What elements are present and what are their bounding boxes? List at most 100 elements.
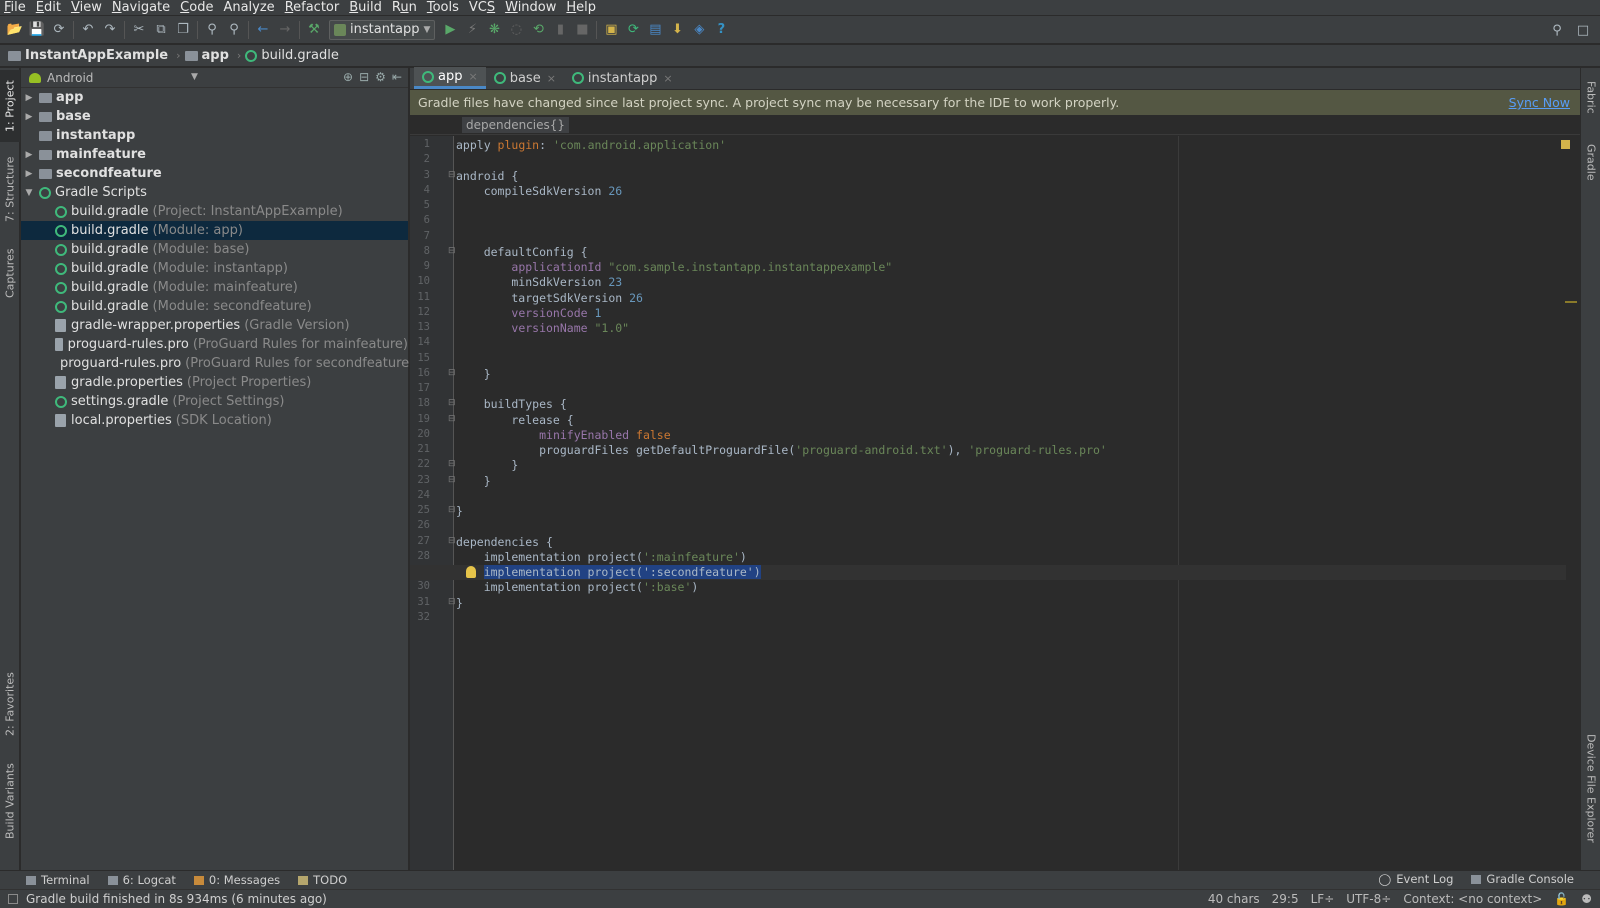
fold-marker-icon[interactable]: ⊟	[448, 368, 456, 378]
close-icon[interactable]: ×	[468, 70, 477, 83]
fold-marker-icon[interactable]: ⊟	[448, 597, 456, 607]
close-icon[interactable]: ×	[547, 72, 556, 85]
forward-icon[interactable]: →	[274, 19, 296, 41]
error-stripe-mark[interactable]	[1565, 301, 1577, 303]
sync-now-link[interactable]: Sync Now	[1509, 95, 1570, 110]
apply-changes-icon[interactable]: ⚡	[461, 19, 483, 41]
fold-marker-icon[interactable]: ⊟	[448, 398, 456, 408]
menu-window[interactable]: Window	[505, 0, 556, 15]
tree-item[interactable]: ▶ secondfeature	[21, 164, 408, 183]
collapsed-arrow-icon[interactable]: ▶	[23, 112, 35, 122]
menu-view[interactable]: View	[71, 0, 102, 15]
tree-item[interactable]: build.gradle (Project: InstantAppExample)	[21, 202, 408, 221]
fold-marker-icon[interactable]: ⊟	[448, 246, 456, 256]
tree-item[interactable]: ▶ base	[21, 107, 408, 126]
caret-position[interactable]: 29:5	[1272, 892, 1299, 906]
open-folder-icon[interactable]: 📂	[4, 19, 26, 41]
editor-context[interactable]: Context: <no context>	[1403, 892, 1542, 906]
tab-instantapp[interactable]: instantapp ×	[564, 67, 681, 89]
menu-build[interactable]: Build	[349, 0, 382, 15]
menu-file[interactable]: File	[4, 0, 26, 15]
fold-marker-icon[interactable]: ⊟	[448, 459, 456, 469]
warning-marker-icon[interactable]	[1561, 140, 1570, 149]
debug-icon[interactable]: ❋	[483, 19, 505, 41]
tab-favorites-tool[interactable]: 2: Favorites	[0, 664, 20, 744]
chevron-down-icon[interactable]: ▼	[191, 72, 198, 82]
tab-fabric-tool[interactable]: Fabric	[1581, 72, 1600, 122]
tree-item[interactable]: ▶ app	[21, 88, 408, 107]
sync-icon[interactable]: ⟳	[48, 19, 70, 41]
collapsed-arrow-icon[interactable]: ▶	[23, 93, 35, 103]
cut-icon[interactable]: ✂	[128, 19, 150, 41]
menu-analyze[interactable]: Analyze	[223, 0, 274, 15]
tab-messages-tool[interactable]: 0: Messages	[193, 873, 280, 887]
tab-build-variants-tool[interactable]: Build Variants	[0, 756, 20, 846]
menu-help[interactable]: Help	[566, 0, 596, 15]
project-view-select[interactable]: Android	[47, 71, 93, 85]
expanded-arrow-icon[interactable]: ▼	[23, 188, 35, 198]
ide-update-icon[interactable]: □	[1572, 19, 1594, 41]
intention-bulb-icon[interactable]	[466, 566, 476, 578]
collapsed-arrow-icon[interactable]: ▶	[23, 150, 35, 160]
fold-marker-icon[interactable]: ⊟	[448, 536, 456, 546]
gear-icon[interactable]: ⚙	[375, 70, 386, 84]
menu-edit[interactable]: Edit	[36, 0, 61, 15]
tree-item[interactable]: instantapp	[21, 126, 408, 145]
structure-breadcrumb-item[interactable]: dependencies{}	[462, 116, 570, 133]
code-content[interactable]: apply plugin: 'com.android.application' a…	[410, 136, 1566, 870]
tab-logcat-tool[interactable]: 6: Logcat	[107, 873, 176, 887]
tree-item[interactable]: ▼ Gradle Scripts	[21, 183, 408, 202]
paste-icon[interactable]: ❐	[172, 19, 194, 41]
tree-item[interactable]: build.gradle (Module: app)	[21, 221, 408, 240]
hide-icon[interactable]: ⇤	[392, 70, 402, 84]
tab-terminal-tool[interactable]: Terminal	[26, 873, 90, 887]
tree-item[interactable]: build.gradle (Module: base)	[21, 240, 408, 259]
tree-item[interactable]: gradle.properties (Project Properties)	[21, 373, 408, 392]
menu-refactor[interactable]: Refactor	[285, 0, 340, 15]
breadcrumb-module[interactable]: app	[184, 48, 229, 63]
tree-item[interactable]: build.gradle (Module: instantapp)	[21, 259, 408, 278]
code-editor[interactable]: 1 2 3 ⊟ 4 5 6 7 8 ⊟ 9 10 11 12 13 14 15 16 ⊟ 17 18 ⊟ 19 ⊟ 20 21 22…	[410, 136, 1580, 870]
tab-gradle-console-tool[interactable]: Gradle Console	[1471, 872, 1574, 886]
save-all-icon[interactable]: 💾	[26, 19, 48, 41]
tab-app[interactable]: app ×	[414, 67, 486, 89]
profile-icon[interactable]: ◌	[505, 19, 527, 41]
avd-manager-icon[interactable]: ▣	[600, 19, 622, 41]
undo-icon[interactable]: ↶	[77, 19, 99, 41]
tab-todo-tool[interactable]: TODO	[298, 873, 347, 887]
sdk-manager-icon[interactable]: ⬇	[666, 19, 688, 41]
line-separator[interactable]: LF÷	[1311, 892, 1335, 906]
collapsed-arrow-icon[interactable]: ▶	[23, 169, 35, 179]
tab-structure-tool[interactable]: 7: Structure	[0, 150, 20, 228]
back-icon[interactable]: ←	[252, 19, 274, 41]
android-device-monitor-icon[interactable]: ◈	[688, 19, 710, 41]
fold-marker-icon[interactable]: ⊟	[448, 475, 456, 485]
tab-base[interactable]: base ×	[486, 67, 564, 89]
tool-windows-toggle-icon[interactable]	[8, 894, 18, 904]
breadcrumb-file[interactable]: build.gradle	[245, 48, 339, 63]
close-icon[interactable]: ×	[663, 72, 672, 85]
make-project-icon[interactable]: ⚒	[303, 19, 325, 41]
copy-icon[interactable]: ⧉	[150, 19, 172, 41]
tree-item[interactable]: settings.gradle (Project Settings)	[21, 392, 408, 411]
tree-item[interactable]: proguard-rules.pro (ProGuard Rules for ma…	[21, 335, 408, 354]
menu-vcs[interactable]: VCS	[469, 0, 495, 15]
collapse-all-icon[interactable]: ⊟	[359, 70, 369, 84]
lock-icon[interactable]: 🔓	[1554, 892, 1569, 906]
breadcrumb-project[interactable]: InstantAppExample	[8, 48, 168, 63]
run-configuration-select[interactable]: instantapp ▼	[329, 19, 436, 40]
stop-icon[interactable]: ■	[571, 19, 593, 41]
status-message[interactable]: Gradle build finished in 8s 934ms (6 min…	[26, 892, 327, 906]
inspector-icon[interactable]: ⚉	[1581, 892, 1592, 906]
tree-item[interactable]: gradle-wrapper.properties (Gradle Version…	[21, 316, 408, 335]
tab-project-tool[interactable]: 1: Project	[0, 70, 20, 142]
attach-debugger-icon[interactable]: ⟲	[527, 19, 549, 41]
replace-icon[interactable]: ⚲	[223, 19, 245, 41]
scroll-from-source-icon[interactable]: ⊕	[343, 70, 353, 84]
menu-code[interactable]: Code	[180, 0, 213, 15]
menu-run[interactable]: Run	[392, 0, 417, 15]
tree-item[interactable]: local.properties (SDK Location)	[21, 411, 408, 430]
fold-marker-icon[interactable]: ⊟	[448, 170, 456, 180]
tree-item[interactable]: build.gradle (Module: mainfeature)	[21, 278, 408, 297]
tree-item[interactable]: proguard-rules.pro (ProGuard Rules for se…	[21, 354, 414, 373]
